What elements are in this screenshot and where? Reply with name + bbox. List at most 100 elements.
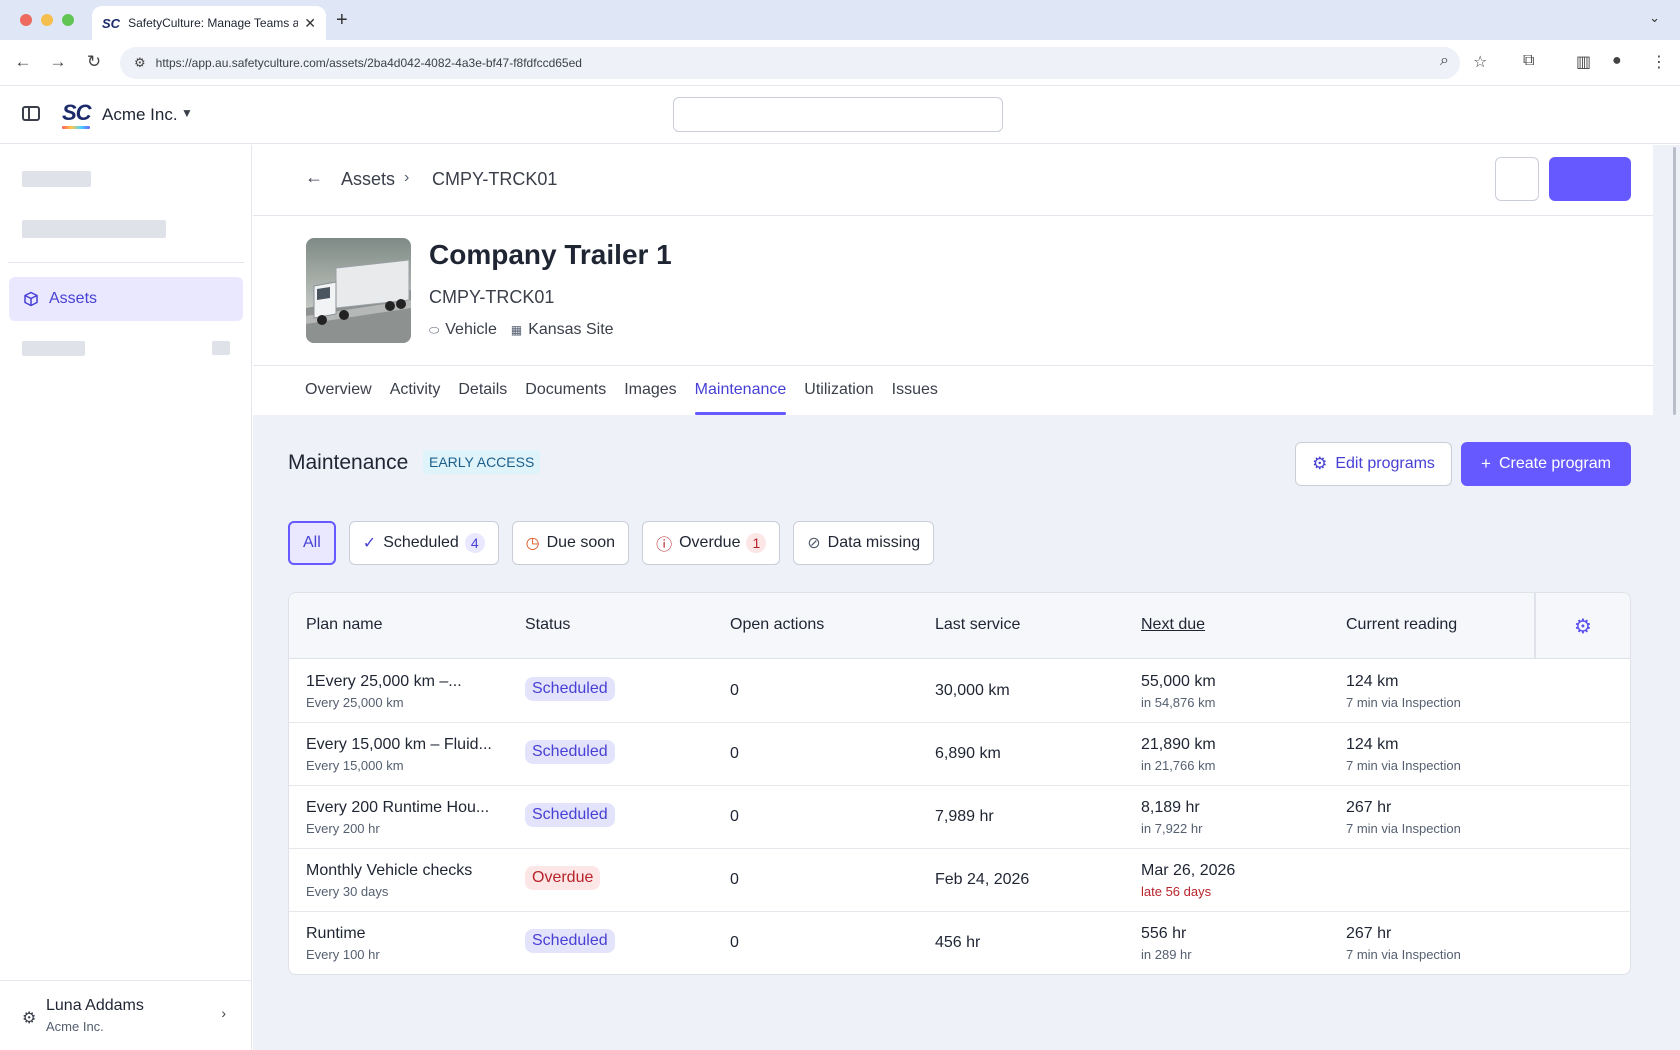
tab-details[interactable]: Details	[458, 373, 507, 415]
last-service: 7,989 hr	[935, 808, 994, 825]
filter-data-missing[interactable]: ⊘ Data missing	[793, 521, 935, 565]
page-scrollbar[interactable]	[1673, 147, 1676, 415]
browser-menu-icon[interactable]: ⋮	[1651, 52, 1667, 72]
chevron-right-icon: ›	[221, 1005, 226, 1021]
column-header-plan[interactable]: Plan name	[306, 616, 383, 634]
asset-site[interactable]: Kansas Site	[528, 321, 613, 339]
forward-arrow-icon[interactable]: →	[47, 52, 69, 72]
extensions-icon[interactable]: ⧉	[1523, 52, 1534, 70]
reload-icon[interactable]: ↻	[83, 52, 105, 72]
safetyculture-logo[interactable]: SC	[62, 100, 92, 126]
next-due: 55,000 km	[1141, 673, 1216, 690]
asset-photo[interactable]	[306, 238, 411, 343]
open-actions: 0	[730, 682, 739, 699]
filter-scheduled[interactable]: ✓ Scheduled 4	[348, 521, 499, 565]
table-row[interactable]: Every 15,000 km – Fluid... Every 15,000 …	[289, 723, 1630, 786]
new-tab-button[interactable]: +	[336, 9, 348, 32]
plan-name[interactable]: Every 200 Runtime Hou...	[306, 799, 489, 817]
column-header-current-reading[interactable]: Current reading	[1346, 616, 1457, 634]
plan-name[interactable]: Monthly Vehicle checks	[306, 862, 472, 880]
maximize-window-button[interactable]	[62, 14, 74, 26]
divider	[253, 215, 1653, 216]
org-switcher-label[interactable]: Acme Inc.	[102, 105, 178, 125]
edit-programs-button[interactable]: ⚙ Edit programs	[1295, 442, 1452, 486]
tab-images[interactable]: Images	[624, 373, 676, 415]
status-badge: Scheduled	[525, 929, 615, 953]
maintenance-title: Maintenance	[288, 451, 409, 474]
tab-issues[interactable]: Issues	[892, 373, 938, 415]
plan-name[interactable]: Runtime	[306, 925, 366, 943]
last-service: Feb 24, 2026	[935, 871, 1030, 888]
current-reading: 267 hr	[1346, 925, 1392, 942]
table-settings-button[interactable]: ⚙	[1534, 593, 1630, 659]
current-reading: 124 km	[1346, 736, 1399, 753]
side-panel-icon[interactable]: ▥	[1576, 52, 1591, 72]
truck-photo-icon	[306, 259, 411, 343]
reading-source: 7 min via Inspection	[1346, 821, 1461, 836]
primary-action-button[interactable]	[1549, 157, 1631, 201]
last-service: 456 hr	[935, 934, 981, 951]
tab-maintenance[interactable]: Maintenance	[694, 373, 786, 415]
main-content: ← Assets › CMPY-TRCK01 Company Trailer 1…	[253, 145, 1680, 1050]
next-due: 21,890 km	[1141, 736, 1216, 753]
create-program-button[interactable]: + Create program	[1461, 442, 1631, 486]
asset-tabs: Overview Activity Details Documents Imag…	[305, 373, 956, 415]
back-arrow-icon[interactable]: ←	[12, 52, 34, 72]
filter-overdue[interactable]: ⓘ Overdue 1	[642, 521, 781, 565]
column-header-open-actions[interactable]: Open actions	[730, 616, 824, 634]
tab-search-chevron-icon[interactable]: ⌄	[1649, 10, 1660, 26]
browser-toolbar: ← → ↻ ⚙ https://app.au.safetyculture.com…	[0, 40, 1680, 86]
sidebar-toggle-icon[interactable]	[22, 106, 40, 121]
site-info-icon[interactable]: ⚙	[134, 55, 146, 71]
column-header-next-due[interactable]: Next due	[1141, 616, 1205, 634]
column-header-status[interactable]: Status	[525, 616, 570, 634]
minimize-window-button[interactable]	[41, 14, 53, 26]
tab-documents[interactable]: Documents	[525, 373, 606, 415]
plan-interval: Every 15,000 km	[306, 758, 404, 773]
tag-icon: ⬭	[429, 322, 440, 337]
plan-name[interactable]: Every 15,000 km – Fluid...	[306, 736, 492, 754]
user-menu[interactable]: ⚙ Luna Addams Acme Inc. ›	[0, 980, 252, 1050]
tab-activity[interactable]: Activity	[390, 373, 441, 415]
safetyculture-favicon-icon: SC	[102, 15, 121, 31]
next-due-remaining: late 56 days	[1141, 884, 1212, 899]
table-header: Plan name Status Open actions Last servi…	[289, 593, 1630, 659]
zoom-icon[interactable]: ⌕	[1440, 52, 1449, 70]
asset-header-panel: ← Assets › CMPY-TRCK01 Company Trailer 1…	[253, 145, 1653, 415]
open-actions: 0	[730, 871, 739, 888]
table-row[interactable]: Runtime Every 100 hr Scheduled 0 456 hr 556 h…	[289, 912, 1630, 974]
chevron-down-icon[interactable]: ▼	[181, 106, 193, 120]
filter-count: 1	[746, 533, 767, 553]
filter-due-soon[interactable]: ◷ Due soon	[511, 521, 630, 565]
bookmark-star-icon[interactable]: ☆	[1473, 52, 1487, 72]
plan-name[interactable]: 1Every 25,000 km –...	[306, 673, 462, 691]
profile-avatar-icon[interactable]: ●	[1612, 52, 1622, 70]
plan-interval: Every 30 days	[306, 884, 389, 899]
asset-meta: ⬭ Vehicle ▦ Kansas Site	[429, 321, 614, 339]
close-tab-icon[interactable]: ✕	[304, 15, 316, 32]
column-header-last-service[interactable]: Last service	[935, 616, 1020, 634]
browser-tab-bar: SC SafetyCulture: Manage Teams and... ✕ …	[0, 0, 1680, 40]
table-row[interactable]: Every 200 Runtime Hou... Every 200 hr Sc…	[289, 786, 1630, 849]
next-due-remaining: in 289 hr	[1141, 947, 1192, 962]
create-program-label: Create program	[1498, 455, 1611, 472]
clock-icon: ◷	[525, 535, 540, 552]
reading-source: 7 min via Inspection	[1346, 695, 1461, 710]
filter-all[interactable]: All	[288, 521, 336, 565]
tab-utilization[interactable]: Utilization	[804, 373, 873, 415]
close-window-button[interactable]	[20, 14, 32, 26]
check-circle-icon: ✓	[362, 535, 377, 552]
reading-source: 7 min via Inspection	[1346, 947, 1461, 962]
breadcrumb-assets-link[interactable]: Assets	[341, 169, 395, 190]
more-options-button[interactable]	[1495, 157, 1539, 201]
browser-tab[interactable]: SC SafetyCulture: Manage Teams and... ✕	[92, 6, 326, 40]
ban-icon: ⊘	[807, 535, 821, 552]
address-bar[interactable]: ⚙ https://app.au.safetyculture.com/asset…	[120, 47, 1460, 79]
sidebar-item-assets[interactable]: Assets	[9, 277, 243, 321]
global-search-input[interactable]	[673, 97, 1003, 132]
url-text: https://app.au.safetyculture.com/assets/…	[155, 56, 582, 70]
back-arrow-icon[interactable]: ←	[305, 167, 323, 188]
table-row[interactable]: 1Every 25,000 km –... Every 25,000 km Sc…	[289, 660, 1630, 723]
tab-overview[interactable]: Overview	[305, 373, 372, 415]
table-row[interactable]: Monthly Vehicle checks Every 30 days Ove…	[289, 849, 1630, 912]
